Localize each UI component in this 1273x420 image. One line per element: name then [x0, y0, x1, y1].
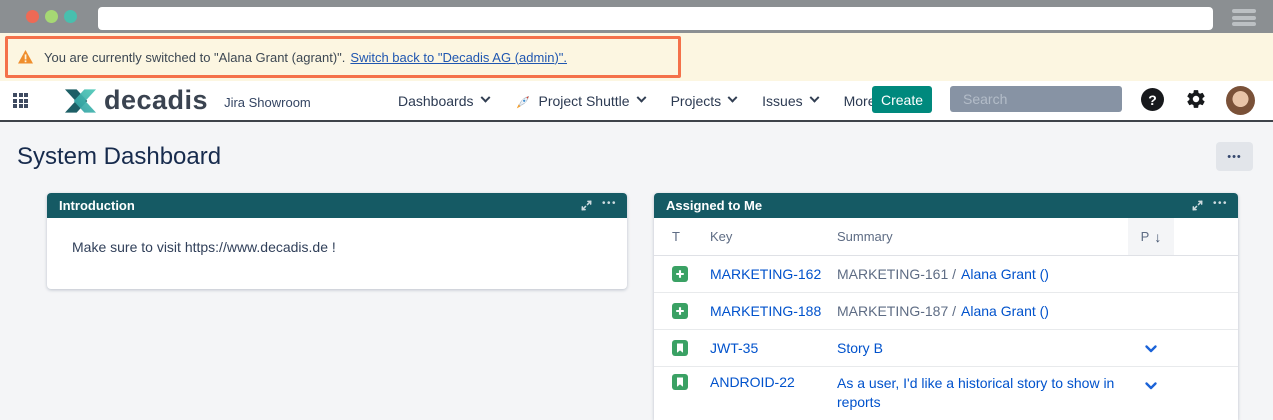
expand-icon[interactable]: [1191, 199, 1204, 212]
assigned-panel-header: Assigned to Me •••: [654, 193, 1238, 218]
issue-table-header: T Key Summary P ↓: [654, 218, 1238, 256]
search-input[interactable]: [963, 91, 1144, 107]
issue-type-icon: [672, 374, 688, 390]
issue-summary-link[interactable]: Alana Grant (): [961, 266, 1049, 282]
create-button[interactable]: Create: [872, 86, 932, 113]
issue-summary: MARKETING-161 /Alana Grant (): [837, 265, 1128, 284]
user-avatar[interactable]: [1226, 86, 1255, 115]
dashboard-more-button[interactable]: •••: [1216, 142, 1253, 171]
rocket-icon: [515, 94, 531, 110]
issue-summary-link[interactable]: Alana Grant (): [961, 303, 1049, 319]
issue-type-icon: [672, 266, 688, 282]
warning-triangle-icon: [17, 49, 34, 65]
help-button[interactable]: ?: [1141, 88, 1164, 111]
issue-key-link[interactable]: MARKETING-188: [710, 303, 837, 319]
expand-row-chevron-icon[interactable]: [1128, 379, 1174, 392]
chevron-down-icon: [636, 93, 646, 103]
issue-row: JWT-35 Story B: [654, 330, 1238, 367]
expand-row-chevron-icon[interactable]: [1128, 342, 1174, 355]
brand-wordmark: decadis: [104, 87, 208, 114]
browser-chrome: [0, 0, 1273, 33]
brand-logo[interactable]: decadis Jira Showroom: [64, 87, 311, 114]
issue-key-link[interactable]: JWT-35: [710, 340, 837, 356]
issue-type-icon: [672, 340, 688, 356]
nav-menu: Dashboards Project Shuttle Projects Issu…: [398, 81, 891, 120]
notification-bar: You are currently switched to "Alana Gra…: [0, 33, 1273, 81]
issue-row: MARKETING-188 MARKETING-187 /Alana Grant…: [654, 293, 1238, 330]
search-box[interactable]: [950, 86, 1122, 112]
panel-menu-icon[interactable]: •••: [1213, 199, 1228, 209]
issue-summary: MARKETING-187 /Alana Grant (): [837, 302, 1128, 321]
page-title: System Dashboard: [17, 143, 221, 171]
issue-key-link[interactable]: MARKETING-162: [710, 266, 837, 282]
gear-icon[interactable]: [1185, 88, 1207, 110]
hamburger-menu-icon[interactable]: [1232, 9, 1256, 26]
panel-menu-icon[interactable]: •••: [602, 199, 617, 209]
expand-icon[interactable]: [580, 199, 593, 212]
nav-item-projects[interactable]: Projects: [671, 93, 737, 109]
workspace-name: Jira Showroom: [224, 95, 311, 110]
app-grid-icon[interactable]: [13, 93, 28, 108]
issue-summary: As a user, I'd like a historical story t…: [837, 374, 1128, 412]
window-maximize-button[interactable]: [64, 10, 77, 23]
introduction-panel: Introduction ••• Make sure to visit http…: [47, 193, 627, 289]
notification-text: You are currently switched to "Alana Gra…: [44, 50, 345, 65]
chevron-down-icon: [480, 93, 490, 103]
issue-summary: Story B: [837, 339, 1128, 358]
issue-summary-link[interactable]: As a user, I'd like a historical story t…: [837, 375, 1114, 410]
screen: You are currently switched to "Alana Gra…: [0, 0, 1273, 420]
nav-item-issues[interactable]: Issues: [762, 93, 817, 109]
panel-title: Assigned to Me: [666, 198, 1191, 213]
issue-summary-link[interactable]: Story B: [837, 340, 883, 356]
decadis-logo-icon: [64, 88, 97, 114]
nav-item-dashboards[interactable]: Dashboards: [398, 93, 489, 109]
window-close-button[interactable]: [26, 10, 39, 23]
column-type[interactable]: T: [672, 229, 710, 244]
chevron-down-icon: [728, 93, 738, 103]
issue-type-icon: [672, 303, 688, 319]
top-navbar: decadis Jira Showroom Dashboards Project…: [0, 81, 1273, 122]
window-minimize-button[interactable]: [45, 10, 58, 23]
issue-row: ANDROID-22 As a user, I'd like a histori…: [654, 367, 1238, 420]
introduction-panel-header: Introduction •••: [47, 193, 627, 218]
notification-box: You are currently switched to "Alana Gra…: [5, 36, 681, 78]
column-summary[interactable]: Summary: [837, 229, 1128, 244]
column-priority-sorted[interactable]: P ↓: [1128, 218, 1174, 255]
assigned-to-me-panel: Assigned to Me ••• T Key Summary P ↓: [654, 193, 1238, 420]
issue-row: MARKETING-162 MARKETING-161 /Alana Grant…: [654, 256, 1238, 293]
sort-descending-icon: ↓: [1154, 229, 1161, 245]
introduction-text: Make sure to visit https://www.decadis.d…: [47, 218, 627, 255]
dashboard-main: System Dashboard ••• Introduction ••• Ma…: [0, 123, 1273, 420]
switch-back-link[interactable]: Switch back to "Decadis AG (admin)".: [350, 50, 567, 65]
panel-title: Introduction: [59, 198, 580, 213]
chevron-down-icon: [809, 93, 819, 103]
nav-item-project-shuttle[interactable]: Project Shuttle: [515, 93, 645, 109]
column-key[interactable]: Key: [710, 229, 837, 244]
url-bar[interactable]: [98, 7, 1213, 30]
issue-key-link[interactable]: ANDROID-22: [710, 374, 837, 390]
